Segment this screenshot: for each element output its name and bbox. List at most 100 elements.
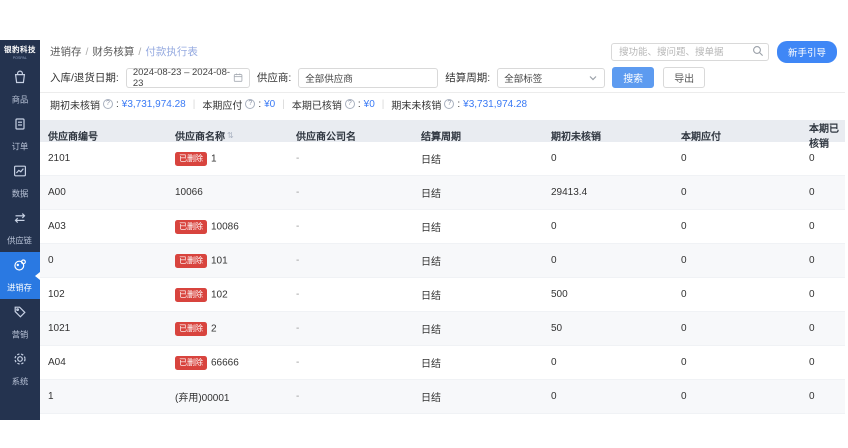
sidebar-item-data[interactable]: 数据 (0, 158, 40, 205)
cell-current-settled: 0 (809, 391, 815, 402)
cell-opening-unsettled: 0 (551, 391, 557, 402)
top-bar: 进销存 / 财务核算 / 付款执行表 新手引导 (40, 40, 845, 63)
info-icon[interactable]: ? (444, 99, 455, 109)
breadcrumb: 进销存 / 财务核算 / 付款执行表 (50, 44, 198, 59)
brand-subtitle: POSPAL (12, 55, 28, 60)
summary-label: 期初未核销 (50, 100, 100, 112)
cell-current-payable: 0 (681, 153, 687, 164)
global-search-input[interactable] (610, 43, 769, 62)
supplier-input[interactable] (298, 67, 439, 88)
table-row[interactable]: A00 10066 - 日结 29413.4 0 0 (40, 176, 845, 210)
cell-settlement-cycle: 日结 (421, 257, 441, 268)
sort-icon[interactable]: ⇅ (227, 131, 234, 140)
cell-current-payable: 0 (681, 391, 687, 402)
sidebar-item-goods[interactable]: 商品 (0, 64, 40, 111)
sidebar-item-label: 营销 (11, 330, 29, 340)
col-current-settled: 本期已核销 (809, 124, 839, 150)
table-row[interactable]: A03 已删除 10086 - 日结 0 0 0 (40, 210, 845, 244)
sidebar-item-label: 系统 (11, 377, 29, 387)
cell-settlement-cycle: 日结 (421, 359, 441, 370)
cell-company-name: - (296, 187, 300, 198)
cell-current-payable: 0 (681, 221, 687, 232)
info-icon[interactable]: ? (245, 99, 256, 109)
cell-company-name: - (296, 153, 300, 164)
main-content: 进销存 / 财务核算 / 付款执行表 新手引导 入库/退货日期: 2024- (40, 40, 845, 420)
breadcrumb-current: 付款执行表 (145, 46, 198, 58)
summary-colon: : (457, 98, 461, 110)
table-row[interactable]: 2101 已删除 1 - 日结 0 0 0 (40, 142, 845, 176)
cell-current-settled: 0 (809, 357, 815, 368)
table-row[interactable]: 1 (弃用)00001 - 日结 0 0 0 (40, 380, 845, 414)
cell-current-settled: 0 (809, 153, 815, 164)
cycle-filter-label: 结算周期: (445, 72, 491, 84)
supplier-name-text: 101 (211, 255, 228, 266)
col-supplier-name[interactable]: 供应商名称 ⇅ (175, 128, 296, 143)
search-button[interactable]: 搜索 (612, 67, 655, 88)
cell-current-settled: 0 (809, 323, 815, 334)
table-row[interactable]: A04 已删除 66666 - 日结 0 0 0 (40, 346, 845, 380)
sidebar-item-orders[interactable]: 订单 (0, 111, 40, 158)
cell-opening-unsettled: 500 (551, 289, 568, 300)
col-supplier-code: 供应商编号 (48, 131, 98, 143)
cell-current-payable: 0 (681, 187, 687, 198)
sidebar-item-label: 进销存 (7, 283, 33, 293)
date-range-picker[interactable]: 2024-08-23 – 2024-08-23 (125, 67, 250, 89)
app-window: 银豹科技 POSPAL 商品 订单 数据 供应链 进销存 营销 系统 进销存 /… (0, 40, 845, 420)
cell-supplier-name: (弃用)00001 (175, 389, 296, 404)
summary-current-payable: 本期应付 ?: ¥0 (202, 97, 275, 112)
table-row[interactable]: 102 已删除 102 - 日结 500 0 0 (40, 278, 845, 312)
supplier-name-text: 66666 (211, 357, 239, 368)
cell-supplier-name: 已删除 10086 (175, 219, 296, 234)
info-icon[interactable]: ? (103, 99, 113, 109)
settlement-cycle-select[interactable]: 全部标签 (497, 67, 606, 88)
cell-supplier-code: 2101 (48, 153, 71, 164)
cell-opening-unsettled: 0 (551, 221, 557, 232)
supplier-filter-label: 供应商: (256, 72, 292, 84)
cell-company-name: - (296, 323, 300, 334)
sidebar-item-label: 订单 (11, 142, 29, 152)
cell-opening-unsettled: 0 (551, 255, 557, 266)
cycle-selected-value: 全部标签 (504, 73, 543, 85)
chevron-down-icon (589, 75, 597, 80)
info-icon[interactable]: ? (344, 99, 355, 109)
cell-supplier-name: 已删除 2 (175, 321, 296, 336)
sidebar-item-label: 供应链 (7, 236, 33, 246)
breadcrumb-item[interactable]: 财务核算 (92, 44, 134, 59)
deleted-badge: 已删除 (175, 253, 207, 268)
breadcrumb-separator: / (85, 45, 89, 58)
table-row[interactable]: 1021 已删除 2 - 日结 50 0 0 (40, 312, 845, 346)
cell-current-settled: 0 (809, 221, 815, 232)
summary-separator: | (282, 98, 285, 110)
sidebar-item-inventory[interactable]: 进销存 (0, 252, 40, 299)
beginner-guide-button[interactable]: 新手引导 (776, 40, 837, 63)
cell-company-name: - (296, 391, 300, 402)
order-icon (12, 116, 28, 137)
gear-icon (12, 351, 28, 372)
cell-supplier-code: A04 (48, 357, 66, 368)
global-search (610, 42, 769, 62)
chart-icon (12, 163, 28, 184)
supplier-name-text: 10066 (175, 187, 203, 198)
col-company-name: 供应商公司名 (296, 131, 356, 143)
sidebar-item-system[interactable]: 系统 (0, 346, 40, 393)
search-icon (753, 45, 763, 56)
export-button[interactable]: 导出 (663, 67, 706, 88)
cell-settlement-cycle: 日结 (421, 223, 441, 234)
table-row[interactable]: 0 已删除 101 - 日结 0 0 0 (40, 244, 845, 278)
summary-colon: : (116, 98, 119, 110)
tag-icon (12, 304, 28, 325)
cell-company-name: - (296, 255, 300, 266)
deleted-badge: 已删除 (175, 355, 207, 370)
sidebar-item-supply-chain[interactable]: 供应链 (0, 205, 40, 252)
cell-opening-unsettled: 50 (551, 323, 563, 334)
summary-separator: | (381, 98, 385, 110)
brand-logo: 银豹科技 POSPAL (0, 40, 40, 64)
col-supplier-name-label: 供应商名称 (175, 131, 225, 143)
cell-supplier-name: 已删除 102 (175, 287, 296, 302)
sidebar-item-marketing[interactable]: 营销 (0, 299, 40, 346)
summary-value: ¥3,731,974.28 (121, 98, 186, 110)
breadcrumb-separator: / (138, 45, 142, 58)
breadcrumb-item[interactable]: 进销存 (50, 44, 82, 59)
cell-current-payable: 0 (681, 323, 687, 334)
cell-settlement-cycle: 日结 (421, 393, 441, 404)
